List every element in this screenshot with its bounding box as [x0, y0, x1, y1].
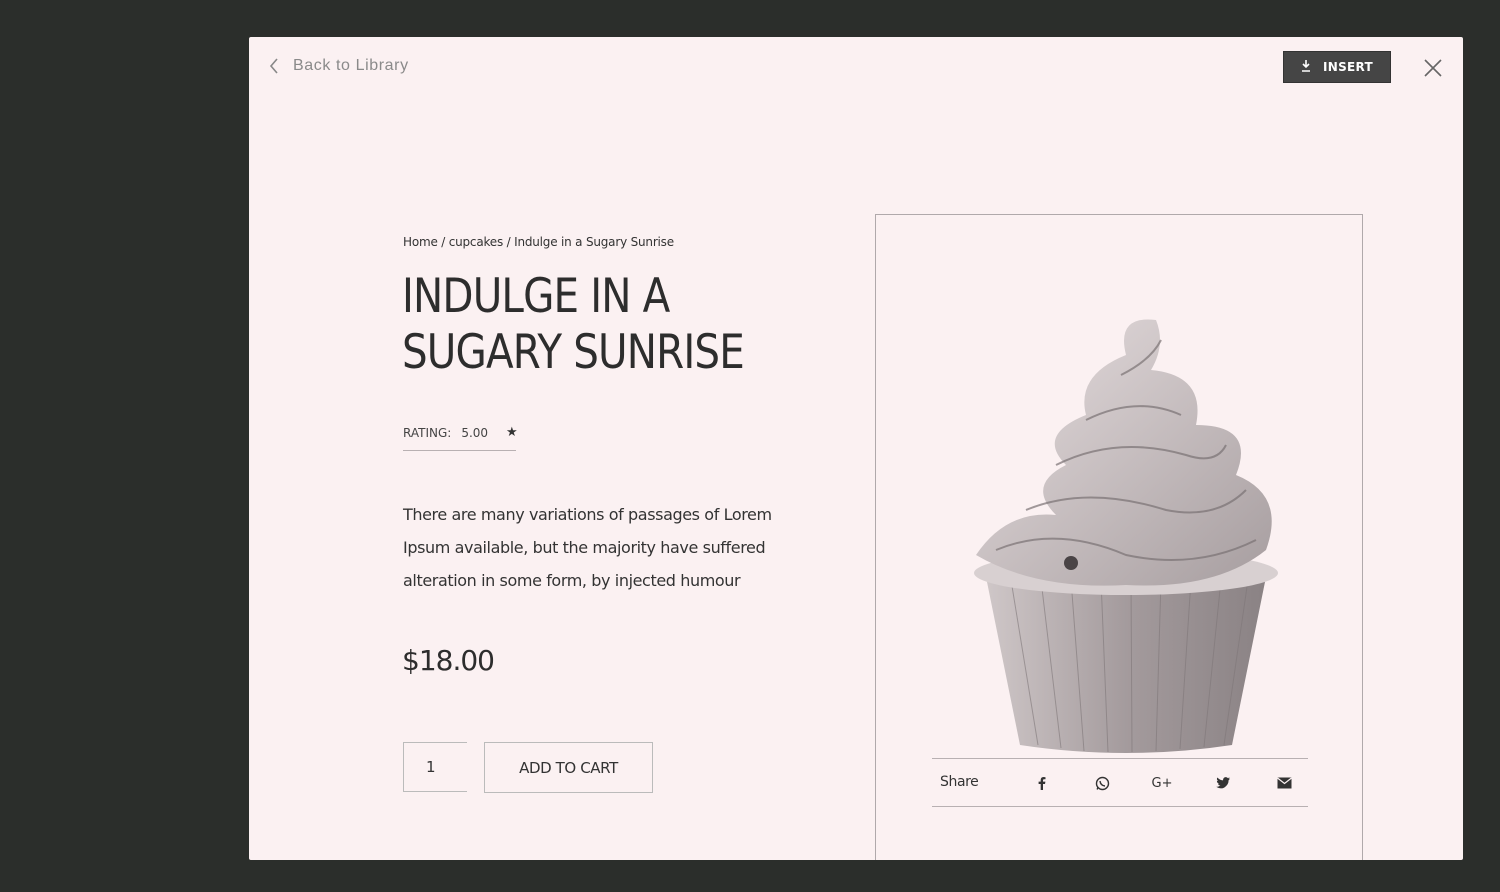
- close-icon[interactable]: [1422, 57, 1444, 79]
- rating-value: 5.00: [461, 425, 489, 440]
- breadcrumb: Home / cupcakes / Indulge in a Sugary Su…: [403, 235, 674, 249]
- back-to-library-label: Back to Library: [293, 57, 409, 74]
- add-to-cart-button[interactable]: ADD TO CART: [484, 742, 653, 793]
- product-title-line-2: SUGARY SUNRISE: [402, 325, 745, 380]
- share-bar: Share G+: [932, 758, 1308, 807]
- download-icon: [1301, 59, 1311, 75]
- email-icon[interactable]: [1274, 774, 1294, 792]
- back-to-library-link[interactable]: Back to Library: [269, 57, 409, 75]
- quantity-input[interactable]: [403, 742, 467, 792]
- product-title-line-1: INDULGE IN A: [402, 269, 670, 324]
- chevron-left-icon: [269, 58, 279, 74]
- google-plus-icon[interactable]: G+: [1152, 774, 1173, 792]
- share-label: Share: [940, 774, 979, 790]
- product-title: INDULGE IN A SUGARY SUNRISE: [402, 269, 745, 381]
- star-icon: ★: [506, 425, 518, 440]
- product-description: There are many variations of passages of…: [403, 505, 772, 590]
- rating-label: RATING:: [403, 425, 452, 440]
- facebook-icon[interactable]: [1032, 774, 1052, 792]
- product-price: $18.00: [402, 644, 495, 677]
- template-preview-modal: Back to Library INSERT Home / cupcakes /…: [249, 37, 1463, 860]
- rating: RATING: 5.00 ★: [403, 425, 518, 451]
- insert-button[interactable]: INSERT: [1283, 51, 1391, 83]
- twitter-icon[interactable]: [1213, 774, 1233, 792]
- cupcake-image: [974, 319, 1278, 753]
- insert-label: INSERT: [1322, 60, 1374, 74]
- product-image-frame: Share G+: [875, 214, 1363, 860]
- whatsapp-icon[interactable]: [1092, 774, 1112, 792]
